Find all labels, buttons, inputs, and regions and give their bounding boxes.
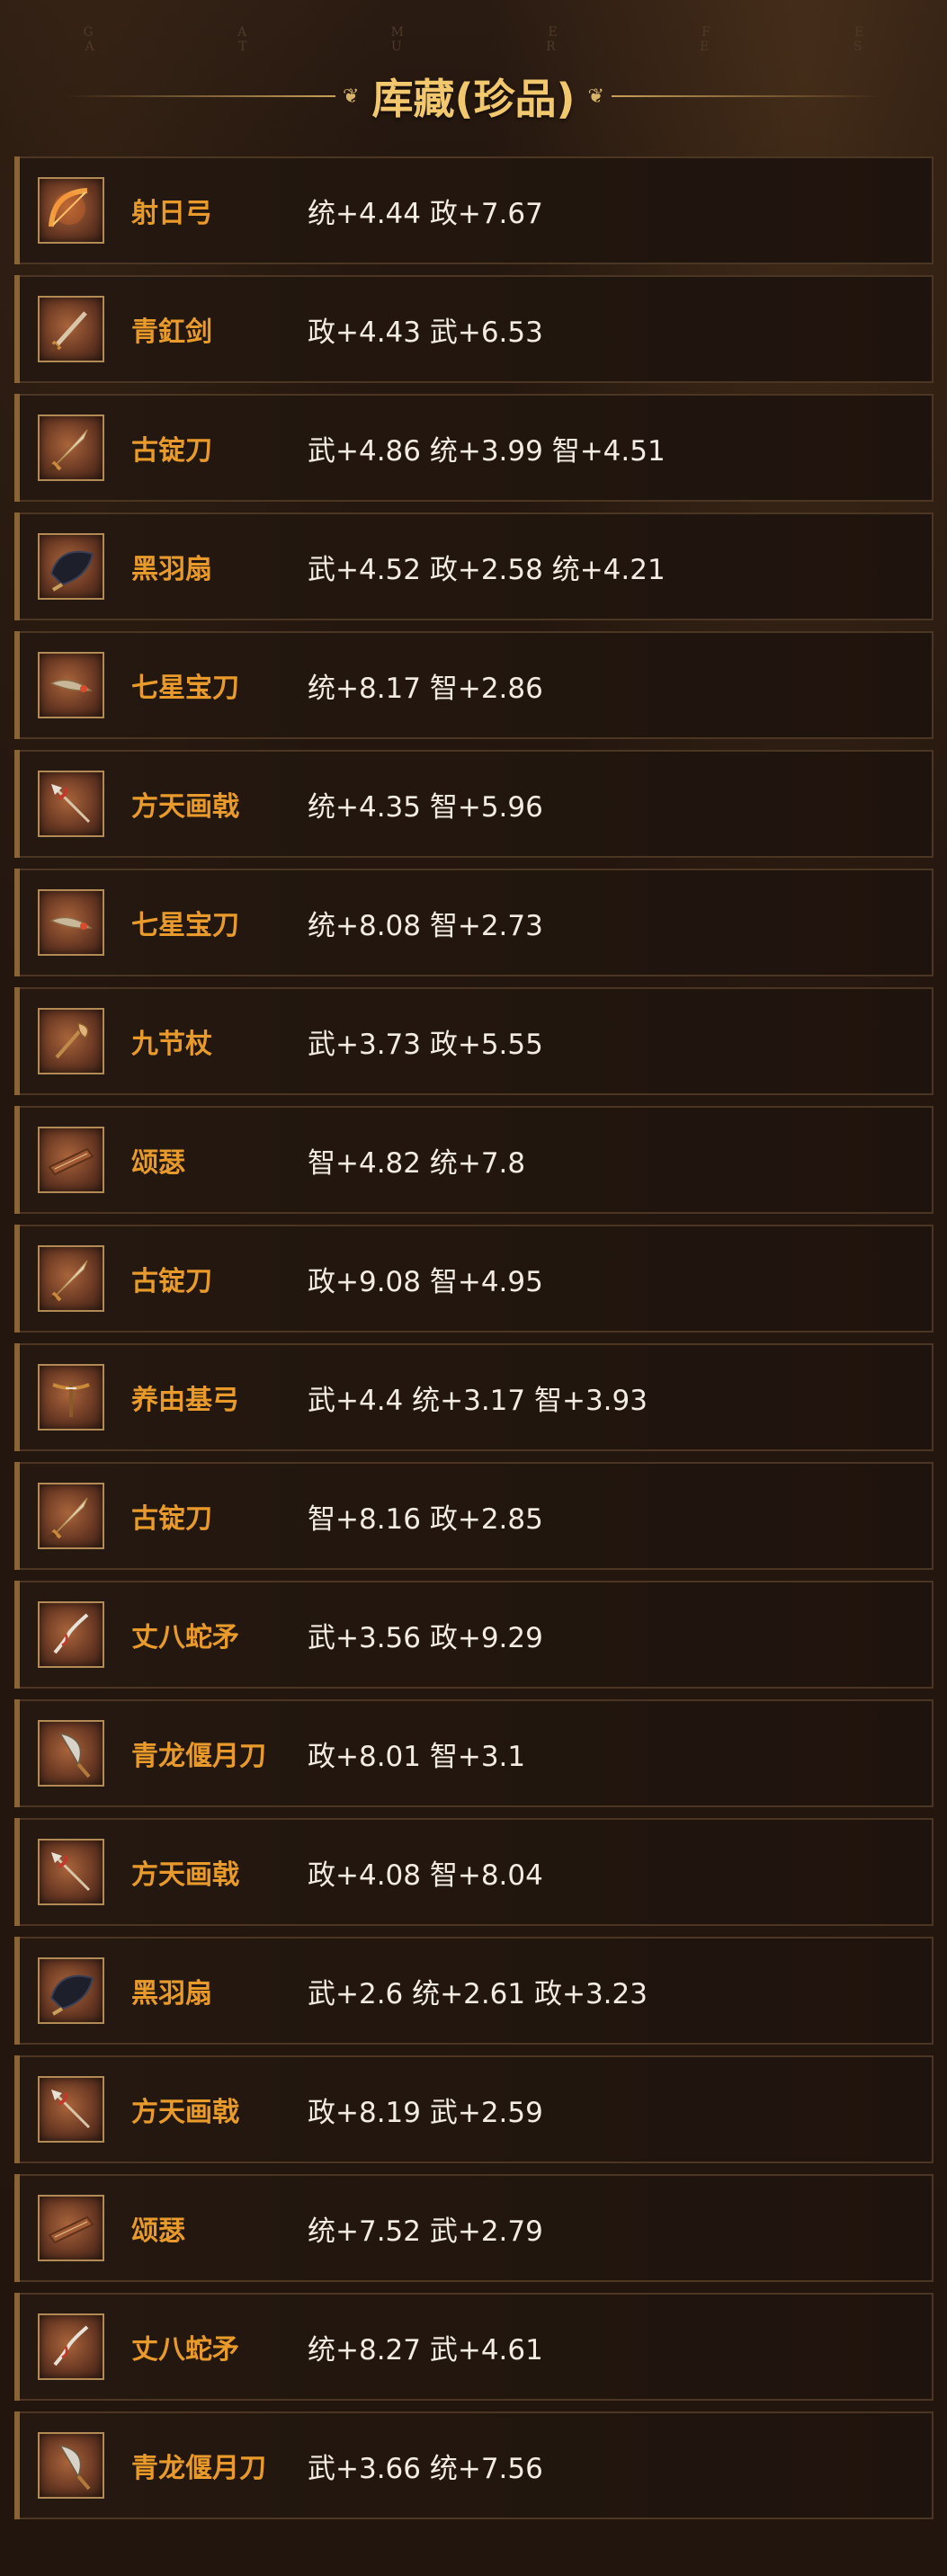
- item-list: 射日弓 统+4.44 政+7.67 青釭剑 政+4.43 武+6.53 古锭刀 武+4.8…: [14, 156, 934, 2530]
- dagger-icon: [38, 889, 104, 956]
- item-row[interactable]: 方天画戟 政+4.08 智+8.04: [14, 1818, 934, 1926]
- item-name: 九节杖: [131, 1029, 212, 1060]
- item-row[interactable]: 青龙偃月刀 政+8.01 智+3.1: [14, 1699, 934, 1807]
- glaive-icon: [38, 1720, 104, 1787]
- item-name: 青釭剑: [131, 316, 212, 348]
- ornament-left-icon: ❦: [343, 85, 360, 108]
- dagger-icon: [38, 652, 104, 718]
- item-stats: 武+4.52 政+2.58 统+4.21: [308, 553, 666, 586]
- feather-fan-icon: [38, 533, 104, 600]
- blade-icon: [38, 414, 104, 481]
- item-name: 黑羽扇: [131, 554, 212, 585]
- item-stats: 武+3.73 政+5.55: [308, 1028, 543, 1061]
- item-stats: 武+2.6 统+2.61 政+3.23: [308, 1977, 648, 2010]
- item-row[interactable]: 青龙偃月刀 武+3.66 统+7.56: [14, 2411, 934, 2519]
- glaive-icon: [38, 2432, 104, 2499]
- halberd-icon: [38, 771, 104, 837]
- serpent-spear-icon: [38, 2313, 104, 2380]
- item-stats: 统+8.17 智+2.86: [308, 672, 543, 705]
- item-row[interactable]: 方天画戟 统+4.35 智+5.96: [14, 750, 934, 858]
- item-name: 七星宝刀: [131, 673, 239, 704]
- item-name: 颂瑟: [131, 1147, 185, 1179]
- feather-fan-icon: [38, 1957, 104, 2024]
- item-row[interactable]: 黑羽扇 武+2.6 统+2.61 政+3.23: [14, 1937, 934, 2045]
- item-name: 古锭刀: [131, 435, 212, 467]
- item-name: 青龙偃月刀: [131, 2453, 266, 2484]
- zither-icon: [38, 2195, 104, 2261]
- title-divider-right: [611, 95, 881, 97]
- ornament-right-icon: ❦: [587, 85, 604, 108]
- item-name: 射日弓: [131, 198, 212, 229]
- item-stats: 武+3.56 政+9.29: [308, 1621, 543, 1654]
- zither-icon: [38, 1127, 104, 1193]
- item-name: 方天画戟: [131, 791, 239, 823]
- item-stats: 政+8.01 智+3.1: [308, 1740, 526, 1773]
- item-stats: 武+4.4 统+3.17 智+3.93: [308, 1384, 648, 1417]
- item-stats: 统+7.52 武+2.79: [308, 2215, 543, 2248]
- item-name: 方天画戟: [131, 2097, 239, 2128]
- halberd-icon: [38, 1839, 104, 1905]
- item-stats: 统+8.08 智+2.73: [308, 909, 543, 942]
- item-stats: 武+3.66 统+7.56: [308, 2452, 543, 2485]
- crossbow-icon: [38, 1364, 104, 1431]
- item-row[interactable]: 养由基弓 武+4.4 统+3.17 智+3.93: [14, 1343, 934, 1451]
- item-stats: 武+4.86 统+3.99 智+4.51: [308, 434, 666, 468]
- item-row[interactable]: 射日弓 统+4.44 政+7.67: [14, 156, 934, 264]
- item-stats: 智+4.82 统+7.8: [308, 1146, 526, 1180]
- item-row[interactable]: 古锭刀 智+8.16 政+2.85: [14, 1462, 934, 1570]
- item-name: 丈八蛇矛: [131, 1622, 239, 1653]
- item-row[interactable]: 丈八蛇矛 武+3.56 政+9.29: [14, 1581, 934, 1689]
- bow-icon: [38, 177, 104, 244]
- item-row[interactable]: 九节杖 武+3.73 政+5.55: [14, 987, 934, 1095]
- item-stats: 政+4.43 武+6.53: [308, 316, 543, 349]
- header: G A M E F E A T U R E S ❦ 库藏(珍品) ❦: [0, 0, 947, 153]
- sword-icon: [38, 296, 104, 362]
- item-row[interactable]: 古锭刀 武+4.86 统+3.99 智+4.51: [14, 394, 934, 502]
- item-row[interactable]: 黑羽扇 武+4.52 政+2.58 统+4.21: [14, 513, 934, 620]
- item-stats: 统+4.44 政+7.67: [308, 197, 543, 230]
- item-row[interactable]: 方天画戟 政+8.19 武+2.59: [14, 2055, 934, 2163]
- item-name: 古锭刀: [131, 1266, 212, 1297]
- halberd-icon: [38, 2076, 104, 2143]
- page-title: 库藏(珍品): [371, 75, 576, 123]
- item-stats: 统+4.35 智+5.96: [308, 790, 543, 824]
- blade-icon: [38, 1245, 104, 1312]
- item-stats: 政+8.19 武+2.59: [308, 2096, 543, 2129]
- blade-icon: [38, 1483, 104, 1549]
- staff-icon: [38, 1008, 104, 1074]
- item-name: 七星宝刀: [131, 910, 239, 941]
- item-name: 丈八蛇矛: [131, 2334, 239, 2366]
- item-stats: 政+9.08 智+4.95: [308, 1265, 543, 1298]
- item-row[interactable]: 青釭剑 政+4.43 武+6.53: [14, 275, 934, 383]
- item-row[interactable]: 颂瑟 智+4.82 统+7.8: [14, 1106, 934, 1214]
- title-row: ❦ 库藏(珍品) ❦: [0, 65, 947, 128]
- item-stats: 政+4.08 智+8.04: [308, 1858, 543, 1892]
- item-row[interactable]: 古锭刀 政+9.08 智+4.95: [14, 1225, 934, 1333]
- serpent-spear-icon: [38, 1601, 104, 1668]
- title-divider-left: [66, 95, 336, 97]
- item-row[interactable]: 丈八蛇矛 统+8.27 武+4.61: [14, 2293, 934, 2401]
- inventory-page: G A M E F E A T U R E S ❦ 库藏(珍品) ❦ 射日弓统+…: [0, 0, 947, 2576]
- item-name: 黑羽扇: [131, 1978, 212, 2010]
- item-stats: 统+8.27 武+4.61: [308, 2333, 543, 2367]
- item-stats: 智+8.16 政+2.85: [308, 1502, 543, 1536]
- item-name: 颂瑟: [131, 2215, 185, 2247]
- item-row[interactable]: 颂瑟 统+7.52 武+2.79: [14, 2174, 934, 2282]
- item-name: 青龙偃月刀: [131, 1741, 266, 1772]
- item-row[interactable]: 七星宝刀 统+8.08 智+2.73: [14, 869, 934, 976]
- item-row[interactable]: 七星宝刀 统+8.17 智+2.86: [14, 631, 934, 739]
- item-name: 古锭刀: [131, 1503, 212, 1535]
- item-name: 方天画戟: [131, 1859, 239, 1891]
- item-name: 养由基弓: [131, 1385, 239, 1416]
- header-subtitle: G A M E F E A T U R E S: [83, 25, 934, 54]
